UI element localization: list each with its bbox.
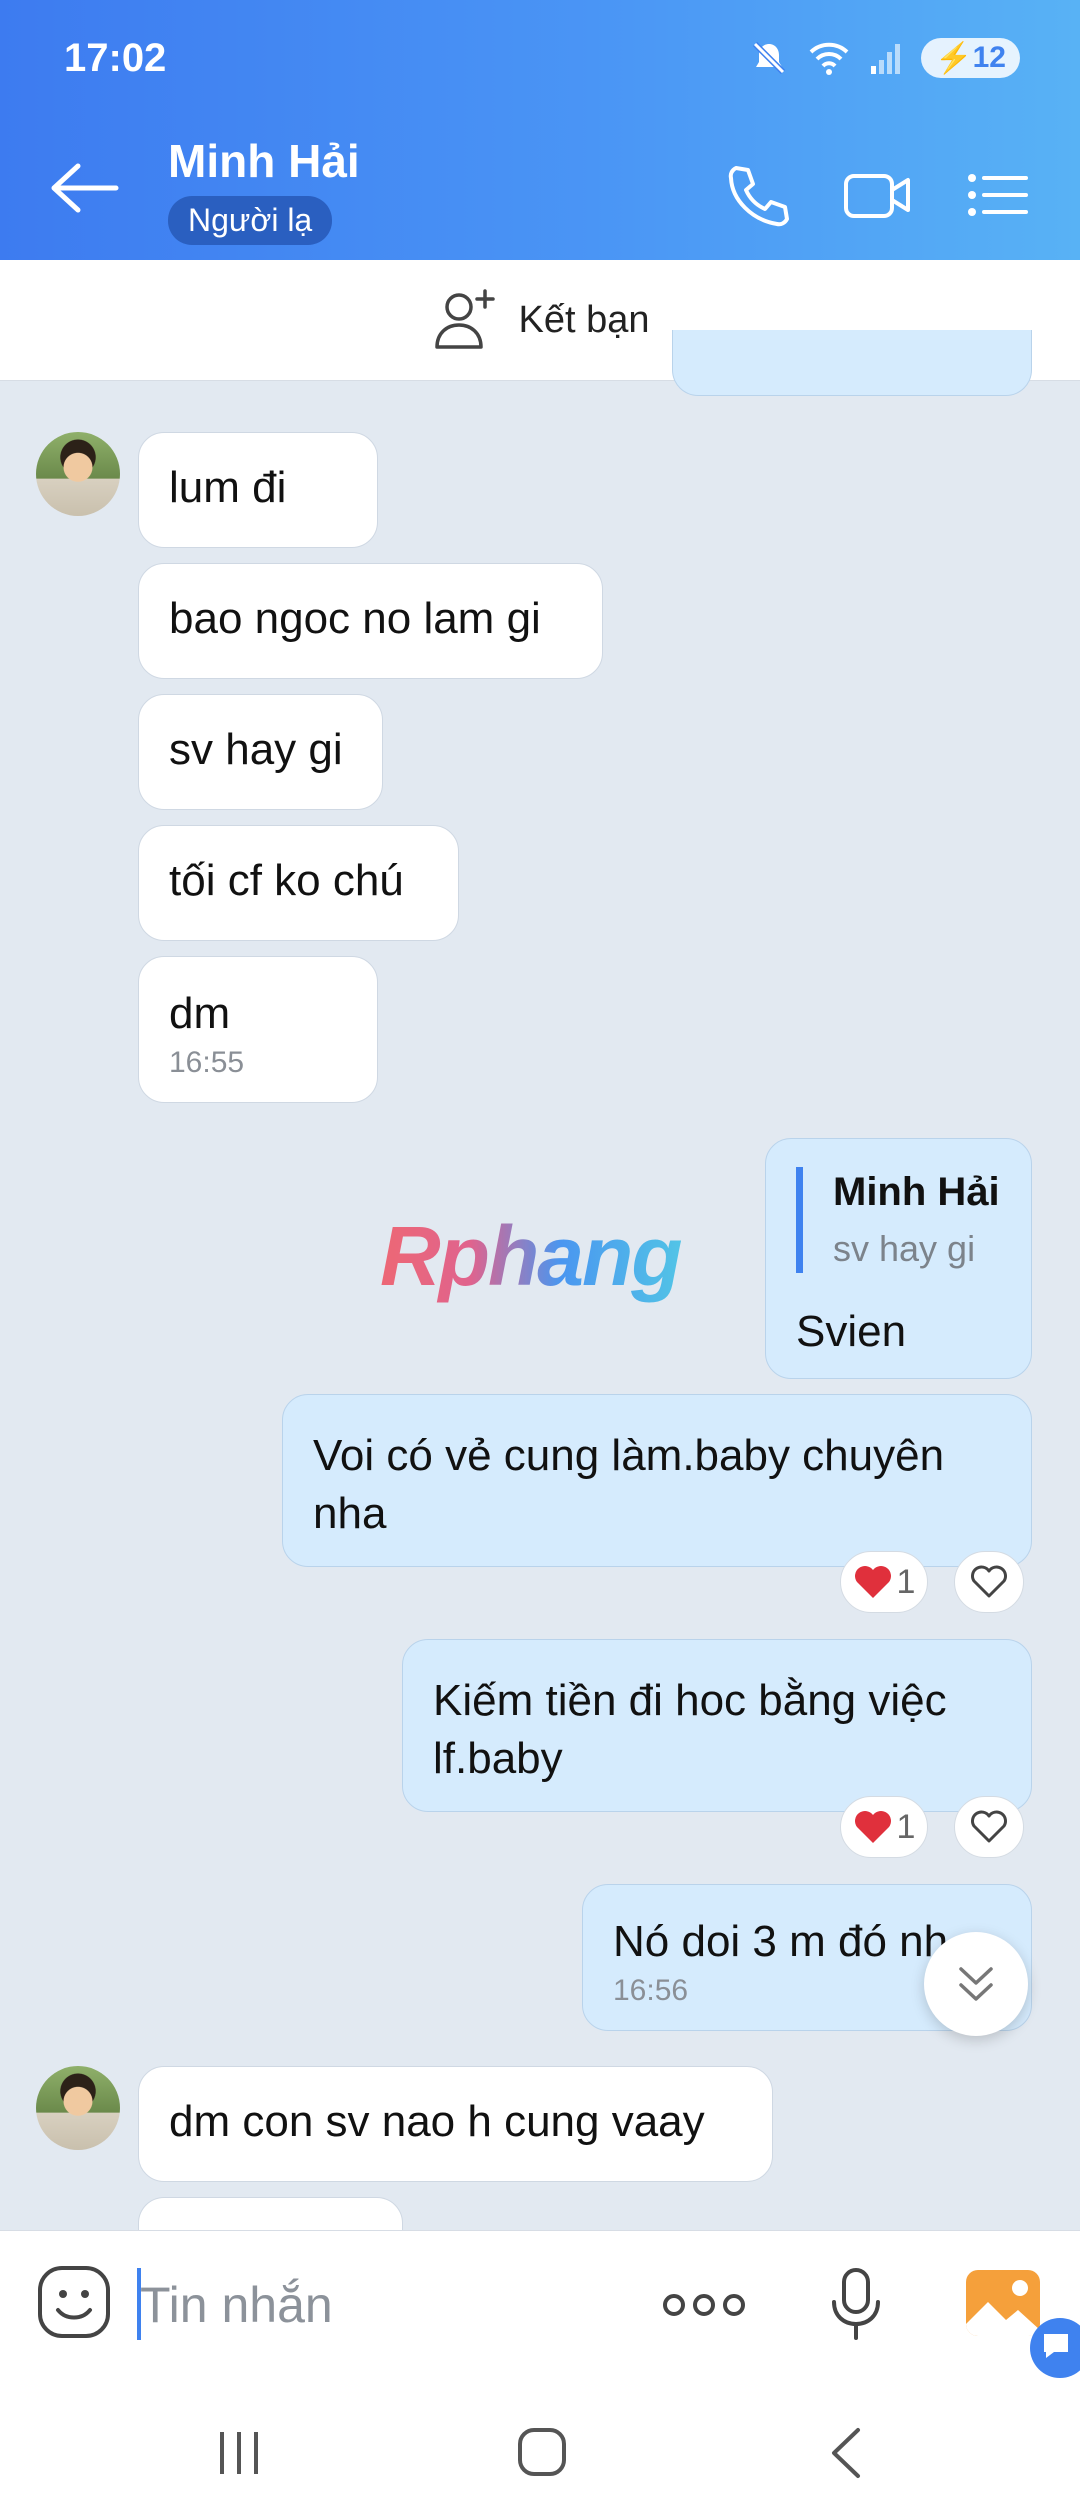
message-text: Voi có vẻ cung làm.baby chuyên nha bbox=[313, 1431, 945, 1538]
message-time: 16:55 bbox=[169, 1046, 245, 1079]
chat-icon bbox=[1044, 2334, 1068, 2358]
reply-message-bubble[interactable]: Minh Hải sv hay gi Svien bbox=[765, 1138, 1032, 1379]
status-icons: ⚡ 12 bbox=[749, 38, 1020, 78]
message-input[interactable]: Tin nhắn bbox=[140, 2276, 333, 2334]
message-text: Svien bbox=[796, 1307, 907, 1356]
chevron-double-down-icon bbox=[959, 1967, 993, 2001]
mute-icon bbox=[753, 41, 786, 75]
image-icon[interactable] bbox=[964, 2266, 1044, 2342]
avatar[interactable] bbox=[36, 432, 120, 516]
message-bubble[interactable]: tối cf ko chú bbox=[138, 825, 459, 941]
heart-outline-icon bbox=[971, 1565, 1007, 1598]
stranger-badge: Người lạ bbox=[168, 196, 333, 245]
reply-quote-name: Minh Hải bbox=[833, 1170, 1000, 1214]
battery-indicator: ⚡ 12 bbox=[921, 38, 1020, 78]
reply-quote-text: sv hay gi bbox=[833, 1228, 976, 1269]
status-time: 17:02 bbox=[64, 36, 167, 80]
message-bubble[interactable]: Voi có vẻ cung làm.baby chuyên nha bbox=[282, 1394, 1032, 1567]
message-text: tối cf ko chú bbox=[169, 856, 404, 905]
message-bubble[interactable]: dm con sv nao h cung vaay bbox=[138, 2066, 773, 2182]
phone-icon[interactable] bbox=[722, 160, 792, 230]
message-text: dm con sv nao h cung vaay bbox=[169, 2097, 705, 2146]
message-bubble[interactable]: lum đi bbox=[138, 432, 378, 548]
microphone-icon[interactable] bbox=[826, 2266, 886, 2342]
message-text: sv hay gi bbox=[169, 725, 343, 774]
video-icon[interactable] bbox=[842, 160, 912, 230]
like-button[interactable] bbox=[954, 1796, 1024, 1858]
back-nav-icon[interactable] bbox=[826, 2426, 866, 2480]
message-text: Kiếm tiền đi hoc bằng việc lf.baby bbox=[433, 1676, 947, 1783]
reaction-count-pill[interactable]: 1 bbox=[840, 1796, 928, 1858]
scroll-to-bottom-button[interactable] bbox=[924, 1932, 1028, 2036]
reaction-count: 1 bbox=[896, 1807, 916, 1846]
add-friend-label: Kết bạn bbox=[518, 298, 650, 341]
reaction-count-pill[interactable]: 1 bbox=[840, 1551, 928, 1613]
heart-icon bbox=[854, 1811, 891, 1843]
battery-bolt-icon: ⚡ bbox=[935, 41, 973, 75]
more-icon[interactable] bbox=[662, 2290, 746, 2320]
avatar[interactable] bbox=[36, 2066, 120, 2150]
heart-outline-icon bbox=[971, 1810, 1007, 1843]
emoji-icon[interactable] bbox=[36, 2264, 112, 2340]
message-text: lum đi bbox=[169, 463, 287, 512]
reaction-count: 1 bbox=[896, 1562, 916, 1601]
contact-name[interactable]: Minh Hải bbox=[168, 134, 360, 188]
signal-icon bbox=[871, 44, 901, 74]
like-button[interactable] bbox=[954, 1551, 1024, 1613]
battery-level: 12 bbox=[972, 41, 1006, 74]
heart-icon bbox=[854, 1566, 891, 1598]
message-bubble-partial[interactable] bbox=[672, 330, 1032, 396]
message-text: dm bbox=[169, 989, 231, 1038]
message-bubble[interactable]: dm 16:55 bbox=[138, 956, 378, 1103]
recent-apps-icon[interactable] bbox=[214, 2428, 264, 2478]
home-icon[interactable] bbox=[516, 2426, 568, 2478]
message-bubble[interactable]: sv hay gi bbox=[138, 694, 383, 810]
message-bubble[interactable]: bao ngoc no lam gi bbox=[138, 563, 603, 679]
message-text: bao ngoc no lam gi bbox=[169, 594, 541, 643]
list-menu-icon[interactable] bbox=[962, 160, 1032, 230]
arrow-left-icon[interactable] bbox=[50, 160, 120, 216]
message-bubble[interactable]: Kiếm tiền đi hoc bằng việc lf.baby bbox=[402, 1639, 1032, 1812]
watermark-logo: Rphang bbox=[380, 1209, 683, 1303]
wifi-icon bbox=[809, 42, 849, 75]
reply-quote[interactable]: Minh Hải sv hay gi bbox=[796, 1167, 1001, 1273]
add-friend-icon bbox=[434, 289, 495, 349]
